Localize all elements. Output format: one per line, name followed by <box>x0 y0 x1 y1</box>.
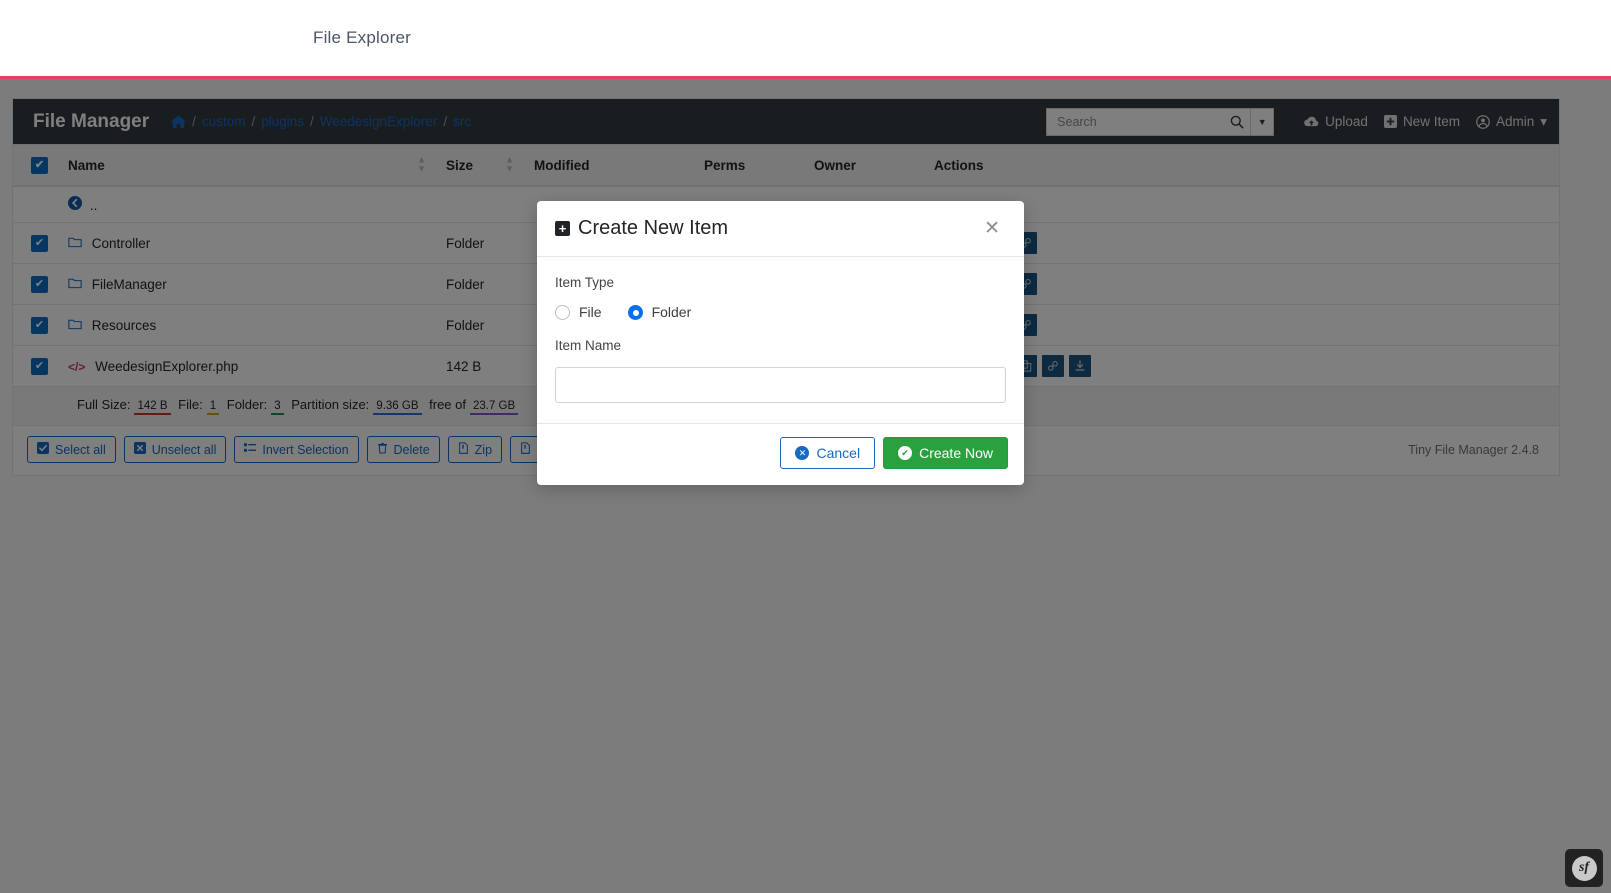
app-header: File Explorer <box>0 0 1611 79</box>
create-new-item-modal: + Create New Item ✕ Item Type File Folde… <box>537 201 1024 485</box>
modal-header: + Create New Item ✕ <box>537 201 1024 257</box>
item-type-label: Item Type <box>555 275 615 290</box>
close-icon[interactable]: ✕ <box>978 218 1006 239</box>
debug-toolbar-button[interactable]: sf <box>1565 849 1603 887</box>
radio-file-input[interactable] <box>555 304 570 320</box>
item-name-input[interactable] <box>555 367 1006 403</box>
circle-x-icon: ✕ <box>795 446 810 460</box>
cancel-button[interactable]: ✕ Cancel <box>780 437 876 469</box>
item-type-radio-group: File Folder <box>555 304 1006 320</box>
circle-check-icon: ✔ <box>898 446 913 460</box>
page-title: File Explorer <box>313 28 412 47</box>
symfony-logo-icon: sf <box>1571 855 1597 881</box>
create-now-button[interactable]: ✔ Create Now <box>883 437 1008 469</box>
modal-title: + Create New Item <box>555 217 728 240</box>
radio-option-file[interactable]: File <box>555 304 602 320</box>
radio-folder-label: Folder <box>651 304 692 320</box>
plus-square-icon: + <box>555 221 570 236</box>
page-root: File Explorer File Manager / custom / pl… <box>0 0 1611 893</box>
create-label: Create Now <box>919 445 993 461</box>
modal-title-label: Create New Item <box>578 217 729 239</box>
cancel-label: Cancel <box>816 445 861 461</box>
modal-body: Item Type File Folder Item Name <box>537 257 1024 423</box>
radio-folder-input[interactable] <box>627 304 643 320</box>
modal-footer: ✕ Cancel ✔ Create Now <box>537 423 1024 485</box>
app-body: File Manager / custom / plugins / Weedes… <box>0 79 1611 893</box>
radio-file-label: File <box>579 304 602 320</box>
item-name-label: Item Name <box>555 338 622 353</box>
radio-option-folder[interactable]: Folder <box>627 304 692 320</box>
